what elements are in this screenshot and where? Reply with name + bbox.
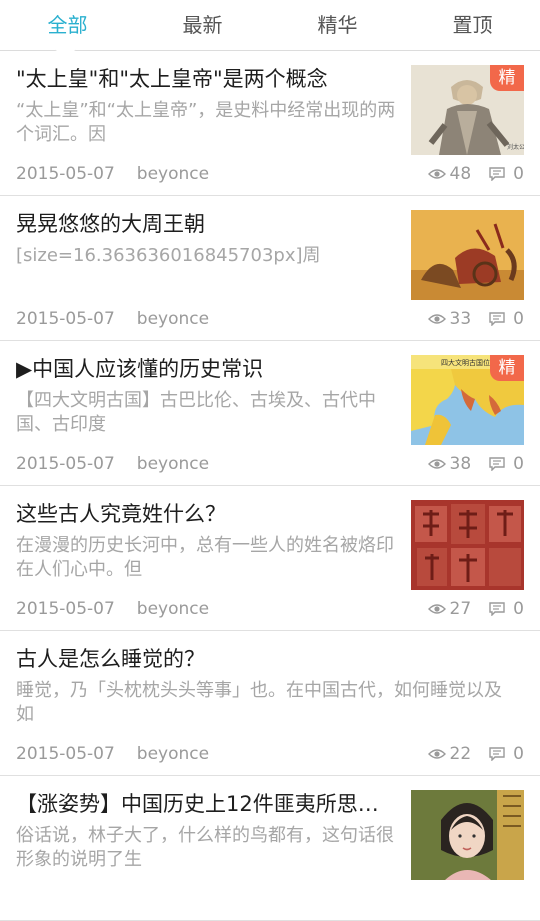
article-stats: 33 0	[427, 308, 524, 330]
list-item[interactable]: 古人是怎么睡觉的？ 睡觉，乃「头枕枕头头等事」也。在中国古代，如何睡觉以及如 2…	[0, 631, 540, 776]
list-item[interactable]: "太上皇"和"太上皇帝"是两个概念 “太上皇”和“太上皇帝”，是史料中经常出现的…	[0, 51, 540, 196]
eye-icon	[427, 749, 446, 759]
article-author: beyonce	[136, 744, 210, 764]
article-title: "太上皇"和"太上皇帝"是两个概念	[16, 67, 328, 91]
article-title: ▶中国人应该懂的历史常识	[16, 357, 264, 381]
article-author: beyonce	[136, 599, 210, 619]
article-list: "太上皇"和"太上皇帝"是两个概念 “太上皇”和“太上皇帝”，是史料中经常出现的…	[0, 51, 540, 921]
comment-icon	[489, 747, 505, 761]
thumbnail-caption: 四大文明古国位置	[441, 358, 497, 367]
article-thumbnail[interactable]	[411, 210, 524, 300]
list-item[interactable]: 晃晃悠悠的大周王朝 [size=16.363636016845703px]周 2…	[0, 196, 540, 341]
comment-count: 0	[513, 744, 524, 764]
eye-icon	[427, 169, 446, 179]
tab-featured[interactable]: 精华	[270, 0, 405, 50]
view-count: 38	[449, 454, 472, 474]
article-date: 2015-05-07	[16, 599, 115, 619]
comment-icon	[489, 167, 505, 181]
article-meta: 2015-05-07 beyonce	[16, 453, 209, 475]
article-meta: 2015-05-07 beyonce	[16, 308, 209, 330]
article-title: 晃晃悠悠的大周王朝	[16, 212, 205, 236]
article-summary: [size=16.363636016845703px]周	[16, 245, 321, 266]
article-thumbnail[interactable]: 四大文明古国位置 精	[411, 355, 524, 445]
article-thumbnail[interactable]: 刘太公 精	[411, 65, 524, 155]
view-count: 33	[449, 309, 472, 329]
article-date: 2015-05-07	[16, 744, 115, 764]
article-summary: 俗话说，林子大了，什么样的鸟都有，这句话很形象的说明了生	[16, 825, 394, 870]
list-item[interactable]: 【涨姿势】中国历史上12件匪夷所思的事 俗话说，林子大了，什么样的鸟都有，这句话…	[0, 776, 540, 921]
comment-count: 0	[513, 309, 524, 329]
view-count: 48	[449, 164, 472, 184]
article-stats: 27 0	[427, 598, 524, 620]
article-stats: 48 0	[427, 163, 524, 185]
article-thumbnail[interactable]	[411, 790, 524, 880]
article-date: 2015-05-07	[16, 454, 115, 474]
eye-icon	[427, 314, 446, 324]
list-item[interactable]: ▶中国人应该懂的历史常识 【四大文明古国】古巴比伦、古埃及、古代中国、古印度 2…	[0, 341, 540, 486]
tab-bar: 全部 最新 精华 置顶	[0, 0, 540, 62]
article-summary: 【四大文明古国】古巴比伦、古埃及、古代中国、古印度	[16, 390, 376, 435]
article-title: 古人是怎么睡觉的？	[16, 647, 205, 671]
comment-icon	[489, 312, 505, 326]
eye-icon	[427, 459, 446, 469]
article-date: 2015-05-07	[16, 164, 115, 184]
list-item[interactable]: 这些古人究竟姓什么？ 在漫漫的历史长河中，总有一些人的姓名被烙印在人们心中。但 …	[0, 486, 540, 631]
view-count: 27	[449, 599, 472, 619]
article-title: 【涨姿势】中国历史上12件匪夷所思的事	[16, 792, 396, 816]
article-meta: 2015-05-07 beyonce	[16, 163, 209, 185]
article-summary: 在漫漫的历史长河中，总有一些人的姓名被烙印在人们心中。但	[16, 535, 394, 580]
featured-badge: 精	[490, 65, 524, 91]
comment-icon	[489, 457, 505, 471]
comment-count: 0	[513, 454, 524, 474]
featured-badge: 精	[490, 355, 524, 381]
tab-latest[interactable]: 最新	[135, 0, 270, 50]
view-count: 22	[449, 744, 472, 764]
article-thumbnail[interactable]	[411, 500, 524, 590]
comment-count: 0	[513, 599, 524, 619]
tab-pinned[interactable]: 置顶	[405, 0, 540, 50]
article-summary: “太上皇”和“太上皇帝”，是史料中经常出现的两个词汇。因	[16, 100, 396, 145]
article-stats: 38 0	[427, 453, 524, 475]
article-author: beyonce	[136, 309, 210, 329]
eye-icon	[427, 604, 446, 614]
article-stats: 22 0	[427, 743, 524, 765]
comment-icon	[489, 602, 505, 616]
article-date: 2015-05-07	[16, 309, 115, 329]
article-summary: 睡觉，乃「头枕枕头头等事」也。在中国古代，如何睡觉以及如	[16, 680, 502, 725]
article-meta: 2015-05-07 beyonce	[16, 598, 209, 620]
article-author: beyonce	[136, 454, 210, 474]
article-title: 这些古人究竟姓什么？	[16, 502, 226, 526]
comment-count: 0	[513, 164, 524, 184]
article-meta: 2015-05-07 beyonce	[16, 743, 209, 765]
article-author: beyonce	[136, 164, 210, 184]
svg-text:刘太公: 刘太公	[507, 143, 524, 151]
